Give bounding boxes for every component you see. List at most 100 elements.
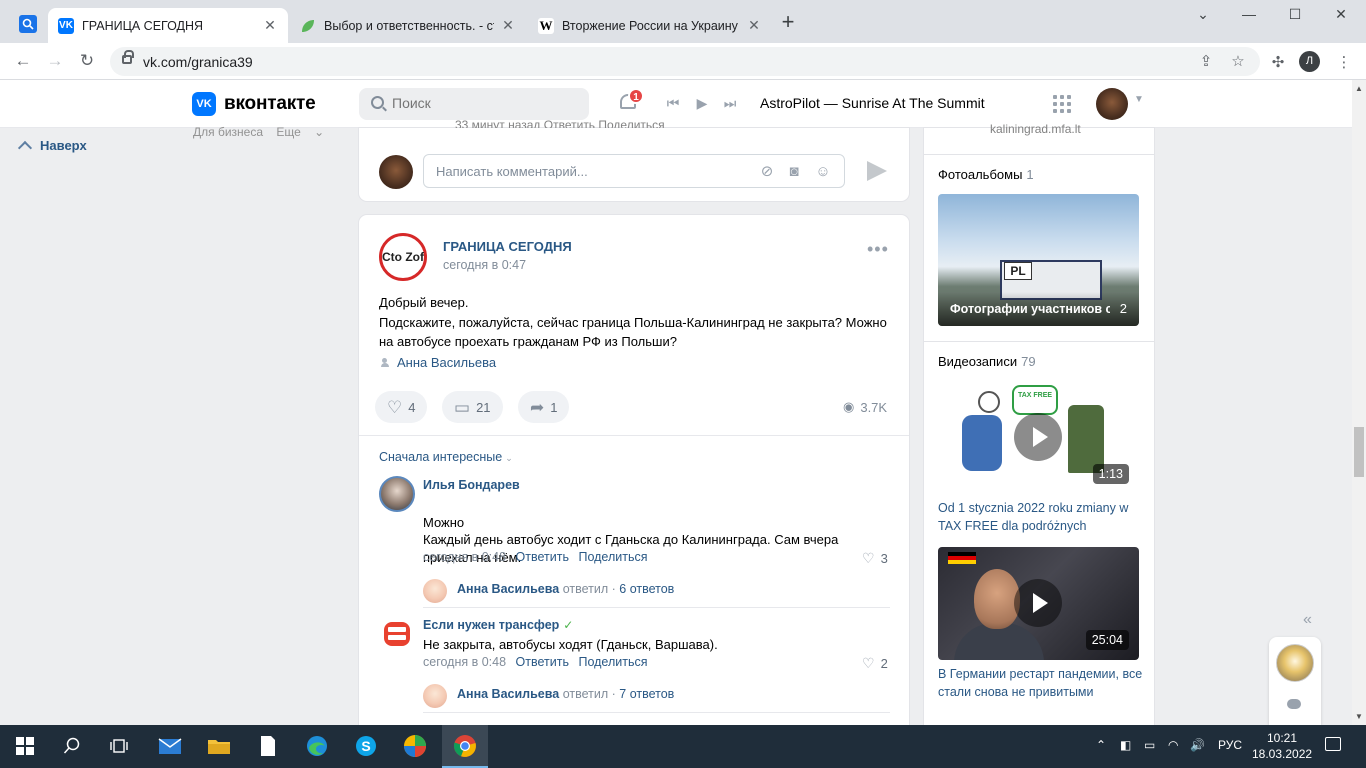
share-link[interactable]: Поделиться [578, 655, 647, 669]
attach-icon[interactable]: ⊘ [758, 163, 776, 181]
emoji-icon[interactable]: ☺ [814, 163, 832, 181]
play-icon[interactable] [1014, 413, 1062, 461]
profile-avatar[interactable]: Л [1299, 51, 1320, 72]
vk-logo[interactable]: VK вконтакте [192, 92, 316, 116]
reply-thread-author[interactable]: Анна Васильева [457, 582, 559, 596]
close-tab-icon[interactable]: ✕ [500, 17, 516, 34]
footer-link-more[interactable]: Еще ⌄ [276, 125, 324, 139]
tab-list-icon[interactable]: ⌄ [1188, 6, 1218, 26]
close-window-button[interactable]: ✕ [1326, 6, 1356, 26]
maximize-button[interactable]: ☐ [1280, 6, 1310, 26]
tray-app-icon[interactable]: ◧ [1120, 738, 1131, 752]
notepad-icon[interactable] [255, 733, 281, 759]
taskbar-clock[interactable]: 10:21 18.03.2022 [1252, 730, 1312, 762]
camera-icon[interactable]: ◙ [785, 163, 803, 181]
file-explorer-icon[interactable] [206, 733, 232, 759]
comment-author[interactable]: Если нужен трансфер ✓ [423, 618, 573, 632]
reply-thread-count[interactable]: 6 ответов [619, 582, 674, 596]
reply-thread[interactable]: Анна Васильева ответил · 7 ответов [423, 679, 890, 709]
mail-icon[interactable] [157, 733, 183, 759]
app-colorful-icon[interactable] [402, 733, 428, 759]
post-author[interactable]: ГРАНИЦА СЕГОДНЯ [443, 239, 572, 254]
tab-granica[interactable]: VK ГРАНИЦА СЕГОДНЯ ✕ [48, 8, 288, 43]
comment-button[interactable]: ▭ 21 [442, 391, 503, 423]
chrome-icon[interactable] [452, 733, 478, 759]
notification-center-icon[interactable] [1325, 737, 1341, 751]
tab-wikipedia[interactable]: W Вторжение России на Украину ( ✕ [528, 8, 772, 43]
avatar[interactable] [379, 476, 415, 512]
share-icon[interactable]: ⇪ [1196, 52, 1216, 72]
more-options-icon[interactable]: ••• [867, 239, 889, 260]
scrollbar-thumb[interactable] [1354, 427, 1364, 477]
reply-thread-count[interactable]: 7 ответов [619, 687, 674, 701]
comment-like-button[interactable]: ♡ 2 [862, 655, 888, 672]
tab-vybor[interactable]: Выбор и ответственность. - стр ✕ [290, 8, 526, 43]
search-input[interactable] [392, 95, 572, 111]
avatar[interactable] [379, 616, 415, 652]
send-icon[interactable] [867, 161, 887, 181]
user-avatar[interactable] [1096, 88, 1128, 120]
battery-icon[interactable]: ▭ [1144, 738, 1155, 752]
reply-link[interactable]: Ответить [516, 655, 569, 669]
tab-search-button[interactable] [14, 10, 42, 38]
post-signer[interactable]: Анна Васильева [379, 355, 496, 370]
apps-grid-icon[interactable] [1053, 95, 1071, 113]
reply-link[interactable]: Ответить [516, 550, 569, 564]
reply-thread-author[interactable]: Анна Васильева [457, 687, 559, 701]
menu-kebab-icon[interactable]: ⋮ [1334, 53, 1354, 73]
page-scrollbar[interactable]: ▲ ▼ [1352, 80, 1366, 725]
bookmark-star-icon[interactable]: ☆ [1228, 52, 1248, 72]
chevron-down-icon[interactable]: ▼ [1134, 94, 1144, 105]
reload-button[interactable]: ↻ [76, 51, 98, 73]
footer-link-business[interactable]: Для бизнеса [193, 125, 263, 139]
vk-search-box[interactable] [359, 88, 589, 120]
now-playing-track[interactable]: AstroPilot — Sunrise At The Summit [760, 95, 985, 111]
videos-header[interactable]: Видеозаписи 79 [938, 354, 1036, 369]
video-thumbnail[interactable]: TAX FREE 1:13 [938, 381, 1139, 494]
close-tab-icon[interactable]: ✕ [262, 17, 278, 34]
photo-album-thumbnail[interactable]: PL Фотографии участников с... 2 [938, 194, 1139, 326]
community-external-link[interactable]: kaliningrad.mfa.lt [990, 122, 1081, 136]
volume-icon[interactable]: 🔊 [1190, 738, 1205, 752]
video-title[interactable]: Od 1 stycznia 2022 roku zmiany w TAX FRE… [938, 499, 1143, 535]
comments-sort-dropdown[interactable]: Сначала интересные ⌄ [379, 450, 513, 464]
new-tab-button[interactable]: + [778, 11, 798, 33]
close-tab-icon[interactable]: ✕ [746, 17, 762, 34]
wifi-icon[interactable]: ◠ [1168, 738, 1178, 752]
community-avatar[interactable]: Cto Zof [379, 233, 427, 281]
scroll-up-button[interactable]: Наверх [17, 138, 87, 156]
previous-track-icon[interactable]: ⏮ [664, 95, 682, 112]
forward-button[interactable]: → [44, 51, 66, 73]
reply-thread[interactable]: Анна Васильева ответил · 6 ответов [423, 574, 890, 604]
back-button[interactable]: ← [12, 51, 34, 73]
comment-author[interactable]: Илья Бондарев [423, 478, 520, 492]
scroll-down-arrow-icon[interactable]: ▼ [1355, 712, 1363, 721]
post-time[interactable]: сегодня в 0:47 [443, 258, 526, 272]
address-bar[interactable]: vk.com/granica39 ⇪ ☆ [110, 47, 1260, 76]
search-icon[interactable] [59, 733, 85, 759]
video-thumbnail[interactable]: 25:04 [938, 547, 1139, 660]
video-title[interactable]: В Германии рестарт пандемии, все стали с… [938, 665, 1143, 701]
scroll-up-arrow-icon[interactable]: ▲ [1355, 84, 1363, 93]
minimize-button[interactable]: — [1234, 6, 1264, 26]
windows-start-icon[interactable] [12, 733, 38, 759]
task-view-icon[interactable] [106, 733, 132, 759]
share-button[interactable]: ➦ 1 [518, 391, 570, 423]
edge-browser-icon[interactable] [304, 733, 330, 759]
language-indicator[interactable]: РУС [1218, 738, 1242, 752]
comment-input[interactable]: Написать комментарий... ⊘ ◙ ☺ [423, 154, 845, 188]
comment-time[interactable]: сегодня в 0:48 [423, 550, 506, 564]
comment-like-button[interactable]: ♡ 3 [862, 550, 888, 567]
messenger-widget[interactable] [1269, 637, 1321, 725]
double-chevron-left-icon[interactable]: « [1303, 611, 1312, 629]
photo-albums-header[interactable]: Фотоальбомы 1 [938, 167, 1034, 182]
play-icon[interactable] [1014, 579, 1062, 627]
extensions-puzzle-icon[interactable]: ✣ [1268, 53, 1288, 73]
skype-icon[interactable]: S [353, 733, 379, 759]
like-button[interactable]: ♡ 4 [375, 391, 428, 423]
play-icon[interactable]: ▶ [693, 95, 711, 112]
notifications-button[interactable]: 1 [618, 88, 644, 114]
next-track-icon[interactable]: ⏭ [721, 95, 739, 112]
comment-time[interactable]: сегодня в 0:48 [423, 655, 506, 669]
share-link[interactable]: Поделиться [578, 550, 647, 564]
